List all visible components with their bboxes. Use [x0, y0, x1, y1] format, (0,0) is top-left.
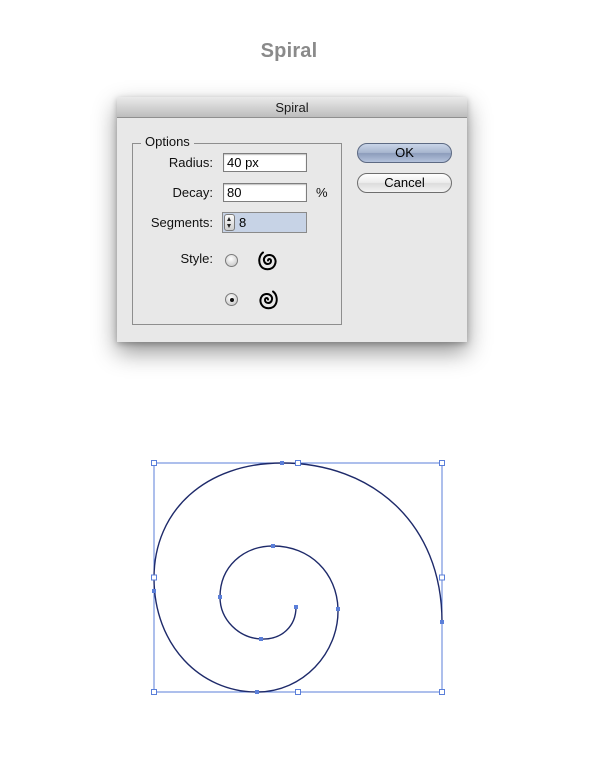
anchor-point [218, 595, 222, 599]
anchor-points[interactable] [152, 461, 444, 694]
selection-bounding-box[interactable] [153, 462, 443, 693]
anchor-point [271, 544, 275, 548]
spiral-preview[interactable] [0, 0, 600, 757]
handle-top-left [151, 460, 157, 466]
anchor-point [294, 605, 298, 609]
anchor-point [259, 637, 263, 641]
spiral-path[interactable] [153, 462, 443, 693]
handle-bottom-right [439, 689, 445, 695]
anchor-point [152, 589, 156, 593]
handle-top-right [439, 460, 445, 466]
anchor-point [255, 690, 259, 694]
anchor-point [280, 461, 284, 465]
handle-middle-right [439, 574, 445, 581]
anchor-point [440, 620, 444, 624]
handle-top-middle [295, 460, 301, 466]
bounding-box-handles[interactable] [151, 460, 445, 695]
handle-middle-left [151, 574, 157, 581]
handle-bottom-left [151, 689, 157, 695]
anchor-point [336, 607, 340, 611]
handle-bottom-middle [295, 689, 301, 695]
